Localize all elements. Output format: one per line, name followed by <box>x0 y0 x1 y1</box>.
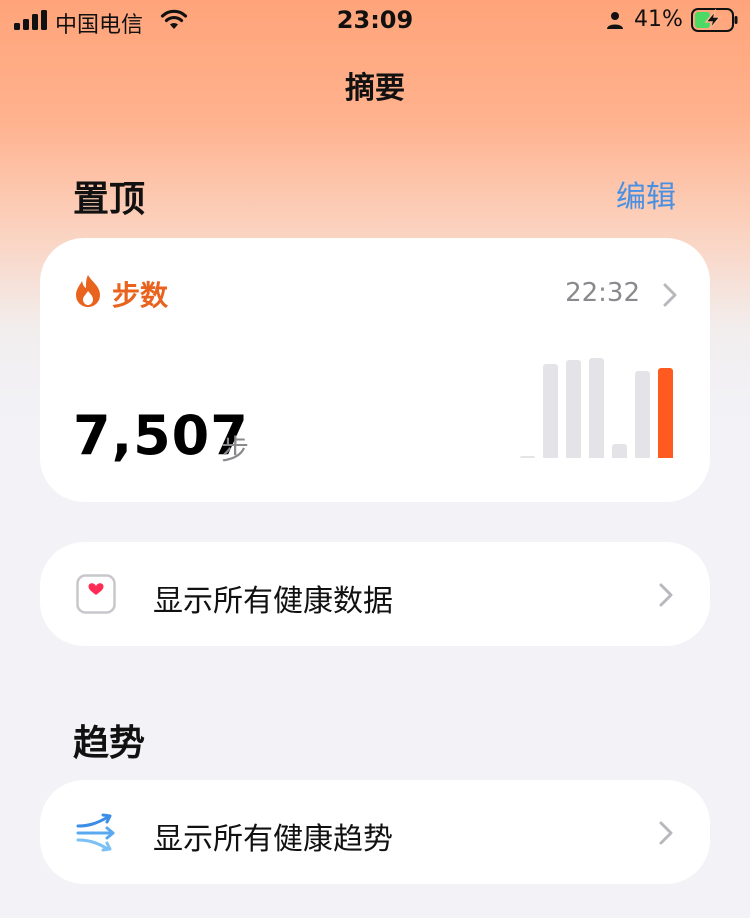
steps-mini-chart <box>520 348 680 458</box>
show-all-health-trends-label: 显示所有健康趋势 <box>153 822 393 857</box>
steps-chart-bar <box>566 360 581 458</box>
edit-button[interactable]: 编辑 <box>616 172 676 216</box>
chevron-right-icon <box>663 283 677 307</box>
steps-chart-bar <box>612 444 627 458</box>
steps-card[interactable]: 步数 22:32 7,507 步 <box>40 238 710 502</box>
show-all-health-trends-row[interactable]: 显示所有健康趋势 <box>40 780 710 884</box>
steps-chart-bar <box>635 371 650 458</box>
steps-label: 步数 <box>112 279 169 312</box>
show-all-health-data-label: 显示所有健康数据 <box>153 584 393 619</box>
section-title-trends: 趋势 <box>73 723 146 764</box>
trends-arrows-icon <box>76 813 115 852</box>
flame-icon <box>76 275 100 307</box>
person-icon <box>607 12 623 29</box>
steps-chart-bar <box>589 358 604 458</box>
steps-chart-bar <box>520 456 535 458</box>
battery-charging-icon <box>691 8 738 32</box>
status-bar: 中国电信 23:09 41% <box>0 0 750 44</box>
show-all-health-data-row[interactable]: 显示所有健康数据 <box>40 542 710 646</box>
chevron-right-icon <box>659 583 673 607</box>
page-title: 摘要 <box>345 71 405 106</box>
steps-chart-bar <box>658 368 673 458</box>
steps-unit: 步 <box>221 433 250 466</box>
section-title-pinned: 置顶 <box>73 179 146 220</box>
steps-updated-time: 22:32 <box>565 278 640 308</box>
battery-percentage: 41% <box>634 7 683 32</box>
health-heart-icon <box>76 574 116 614</box>
chevron-right-icon <box>659 821 673 845</box>
steps-chart-bar <box>543 364 558 458</box>
